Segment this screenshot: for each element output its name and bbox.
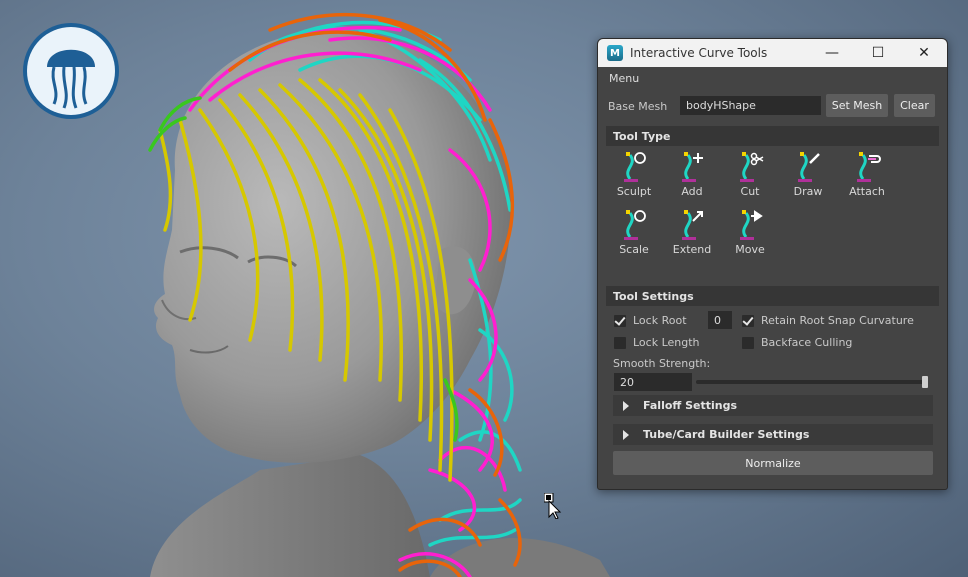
base-mesh-field[interactable]: bodyHShape [680,96,821,115]
tube-card-builder-settings-section[interactable]: Tube/Card Builder Settings [613,424,933,445]
checkbox-label: Retain Root Snap Curvature [761,314,914,327]
backface-culling-checkbox[interactable]: Backface Culling [742,336,852,349]
lock-root-checkbox[interactable]: Lock Root [614,314,687,327]
tool-settings-header[interactable]: Tool Settings [606,286,939,306]
tool-label: Extend [672,243,712,256]
move-tool-button[interactable]: Move [724,207,776,263]
move-icon [740,210,763,240]
checkbox-box[interactable] [742,336,754,349]
add-tool-button[interactable]: Add [666,149,718,205]
tool-label: Move [735,243,765,256]
tool-label: Scale [619,243,649,256]
title-bar[interactable]: M Interactive Curve Tools — ☐ ✕ [598,39,947,67]
menu-bar: Menu [598,67,947,89]
sculpt-tool-button[interactable]: Sculpt [608,149,660,205]
checkbox-box[interactable] [742,314,754,327]
set-mesh-button[interactable]: Set Mesh [826,94,888,117]
maya-app-icon: M [607,45,623,61]
checkbox-label: Lock Root [633,314,687,327]
section-label: Falloff Settings [643,399,738,412]
tool-label: Sculpt [616,185,652,198]
falloff-settings-section[interactable]: Falloff Settings [613,395,933,416]
checkbox-box[interactable] [614,336,626,349]
cut-icon [740,152,764,182]
tool-label: Draw [793,185,823,198]
close-button[interactable]: ✕ [901,39,947,67]
tool-label: Cut [740,185,760,198]
jellyfish-logo [23,23,119,119]
expand-arrow-icon [623,400,629,411]
checkbox-label: Backface Culling [761,336,853,349]
draw-icon [798,152,820,182]
smooth-strength-label: Smooth Strength: [613,357,711,370]
tool-type-header[interactable]: Tool Type [606,126,939,146]
menu-item[interactable]: Menu [609,72,639,85]
attach-icon [857,152,881,182]
extend-icon [682,210,703,240]
scale-tool-button[interactable]: Scale [608,207,660,263]
checkbox-label: Lock Length [633,336,700,349]
attach-tool-button[interactable]: Attach [841,149,893,205]
scale-icon [624,210,646,240]
mouse-cursor-icon [544,493,562,519]
smooth-strength-field[interactable]: 20 [614,373,692,391]
expand-arrow-icon [623,429,629,440]
lock-length-checkbox[interactable]: Lock Length [614,336,700,349]
window-title: Interactive Curve Tools [630,46,768,60]
lock-root-value-field[interactable]: 0 [708,311,732,329]
retain-root-snap-curvature-checkbox[interactable]: Retain Root Snap Curvature [742,314,914,327]
clear-button[interactable]: Clear [894,94,935,117]
smooth-strength-slider-track[interactable] [696,380,928,384]
base-mesh-label: Base Mesh [608,100,668,113]
sculpt-icon [624,152,646,182]
cut-tool-button[interactable]: Cut [724,149,776,205]
draw-tool-button[interactable]: Draw [782,149,834,205]
extend-tool-button[interactable]: Extend [666,207,718,263]
normalize-button[interactable]: Normalize [613,451,933,475]
minimize-button[interactable]: — [809,39,855,67]
neck-mesh [150,455,430,577]
smooth-strength-slider-handle[interactable] [922,376,928,388]
tool-label: Attach [849,185,885,198]
maximize-button[interactable]: ☐ [855,39,901,67]
interactive-curve-tools-window: M Interactive Curve Tools — ☐ ✕ Menu Bas… [597,38,948,490]
tool-label: Add [681,185,703,198]
section-label: Tube/Card Builder Settings [643,428,810,441]
add-icon [682,152,703,182]
checkbox-box[interactable] [614,314,626,327]
